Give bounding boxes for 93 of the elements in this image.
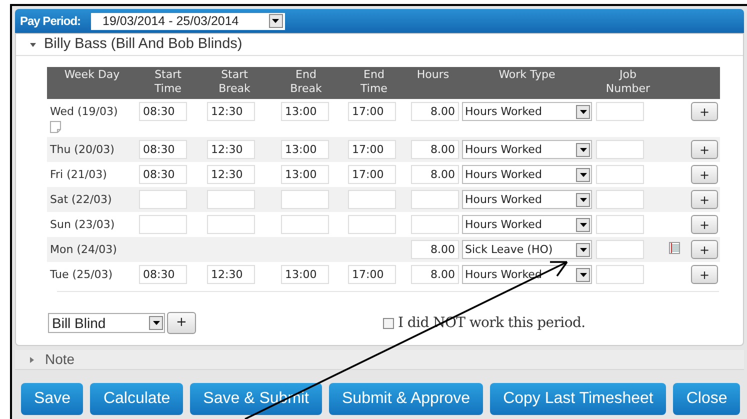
time-field[interactable]: 8.00	[411, 240, 459, 259]
dropdown-caret-icon[interactable]	[576, 104, 590, 118]
collapsed-caret-icon[interactable]	[29, 356, 35, 362]
add-row-button[interactable]: +	[691, 165, 718, 184]
action-button[interactable]: Close	[673, 383, 740, 415]
work-type-select[interactable]: Hours Worked	[462, 215, 592, 234]
dropdown-caret-icon[interactable]	[576, 218, 590, 232]
time-field[interactable]: 13:00	[281, 165, 329, 184]
time-field[interactable]	[207, 190, 255, 209]
expanded-caret-icon[interactable]	[30, 42, 36, 48]
note-title: Note	[45, 350, 75, 369]
day-label: Mon (24/03)	[50, 242, 118, 258]
day-label: Sun (23/03)	[50, 217, 116, 233]
job-number-field[interactable]	[596, 102, 644, 121]
time-field[interactable]	[139, 215, 187, 234]
add-row-button[interactable]: +	[691, 265, 718, 284]
note-icon[interactable]	[50, 121, 61, 133]
time-field[interactable]: 08:30	[139, 165, 187, 184]
job-number-field[interactable]	[596, 190, 644, 209]
dropdown-caret-icon[interactable]	[576, 268, 590, 282]
time-field[interactable]: 17:00	[348, 265, 396, 284]
note-section-bar[interactable]: Note	[15, 350, 744, 370]
time-field[interactable]: 08:30	[139, 140, 187, 159]
day-label: Wed (19/03)	[50, 104, 119, 120]
time-field[interactable]: 08:30	[139, 102, 187, 121]
job-number-field[interactable]	[596, 140, 644, 159]
action-button[interactable]: Save	[21, 383, 84, 415]
time-field[interactable]	[348, 215, 396, 234]
time-field[interactable]: 17:00	[348, 102, 396, 121]
time-field[interactable]: 12:30	[207, 140, 255, 159]
time-field[interactable]	[281, 215, 329, 234]
add-employee-button[interactable]: +	[167, 312, 196, 334]
time-field[interactable]: 12:30	[207, 165, 255, 184]
pay-period-select[interactable]: 19/03/2014 - 25/03/2014	[90, 12, 285, 30]
day-label: Tue (25/03)	[50, 267, 114, 283]
employee-title: Billy Bass (Bill And Bob Blinds)	[44, 34, 242, 54]
time-field[interactable]	[281, 190, 329, 209]
checkbox[interactable]	[383, 318, 394, 328]
add-row-button[interactable]: +	[691, 190, 718, 209]
add-row-button[interactable]: +	[691, 102, 718, 121]
time-field[interactable]	[348, 190, 396, 209]
dropdown-caret-icon[interactable]	[576, 192, 590, 206]
job-number-field[interactable]	[596, 215, 644, 234]
column-header: End Break	[289, 68, 323, 96]
time-field[interactable]: 8.00	[411, 265, 459, 284]
pay-period-label: Pay Period:	[20, 13, 81, 30]
work-type-select[interactable]: Hours Worked	[462, 102, 592, 121]
column-header: Work Type	[498, 68, 556, 82]
time-field[interactable]	[207, 215, 255, 234]
work-type-select[interactable]: Sick Leave (HO)	[462, 240, 592, 259]
dropdown-caret-icon[interactable]	[576, 168, 590, 182]
time-field[interactable]: 08:30	[139, 265, 187, 284]
action-button[interactable]: Copy Last Timesheet	[490, 383, 666, 415]
time-field[interactable]: 12:30	[207, 265, 255, 284]
work-type-select[interactable]: Hours Worked	[462, 265, 592, 284]
column-header: End Time	[360, 68, 388, 96]
time-field[interactable]	[411, 215, 459, 234]
time-field[interactable]: 13:00	[281, 265, 329, 284]
time-field[interactable]	[411, 190, 459, 209]
dropdown-caret-icon[interactable]	[149, 316, 163, 330]
add-row-button[interactable]: +	[691, 240, 718, 259]
time-field[interactable]: 8.00	[411, 165, 459, 184]
time-field[interactable]: 13:00	[281, 140, 329, 159]
work-type-select[interactable]: Hours Worked	[462, 165, 592, 184]
day-label: Thu (20/03)	[50, 142, 116, 158]
dropdown-caret-icon[interactable]	[576, 142, 590, 156]
day-label: Fri (21/03)	[50, 167, 108, 183]
job-number-field[interactable]	[596, 165, 644, 184]
time-field[interactable]: 12:30	[207, 102, 255, 121]
action-button[interactable]: Submit & Approve	[329, 383, 484, 415]
day-label: Sat (22/03)	[50, 192, 113, 208]
job-number-field[interactable]	[596, 240, 644, 259]
list-icon[interactable]	[668, 242, 680, 254]
job-number-field[interactable]	[596, 265, 644, 284]
action-button[interactable]: Calculate	[90, 383, 184, 415]
time-field[interactable]: 17:00	[348, 165, 396, 184]
column-header: Job Number	[604, 68, 652, 96]
add-row-button[interactable]: +	[691, 215, 718, 234]
time-field[interactable]: 17:00	[348, 140, 396, 159]
work-type-select[interactable]: Hours Worked	[462, 140, 592, 159]
column-header: Start Break	[218, 68, 252, 96]
column-header: Start Time	[154, 68, 182, 96]
column-header: Hours	[416, 68, 450, 82]
work-type-select[interactable]: Hours Worked	[462, 190, 592, 209]
time-field[interactable]	[139, 190, 187, 209]
dropdown-caret-icon[interactable]	[576, 242, 590, 256]
dropdown-caret-icon[interactable]	[268, 14, 283, 28]
employee-select[interactable]: Bill Blind	[48, 313, 165, 333]
time-field[interactable]: 13:00	[281, 102, 329, 121]
column-header: Week Day	[63, 68, 121, 82]
add-row-button[interactable]: +	[691, 140, 718, 159]
time-field[interactable]: 8.00	[411, 102, 459, 121]
time-field[interactable]: 8.00	[411, 140, 459, 159]
